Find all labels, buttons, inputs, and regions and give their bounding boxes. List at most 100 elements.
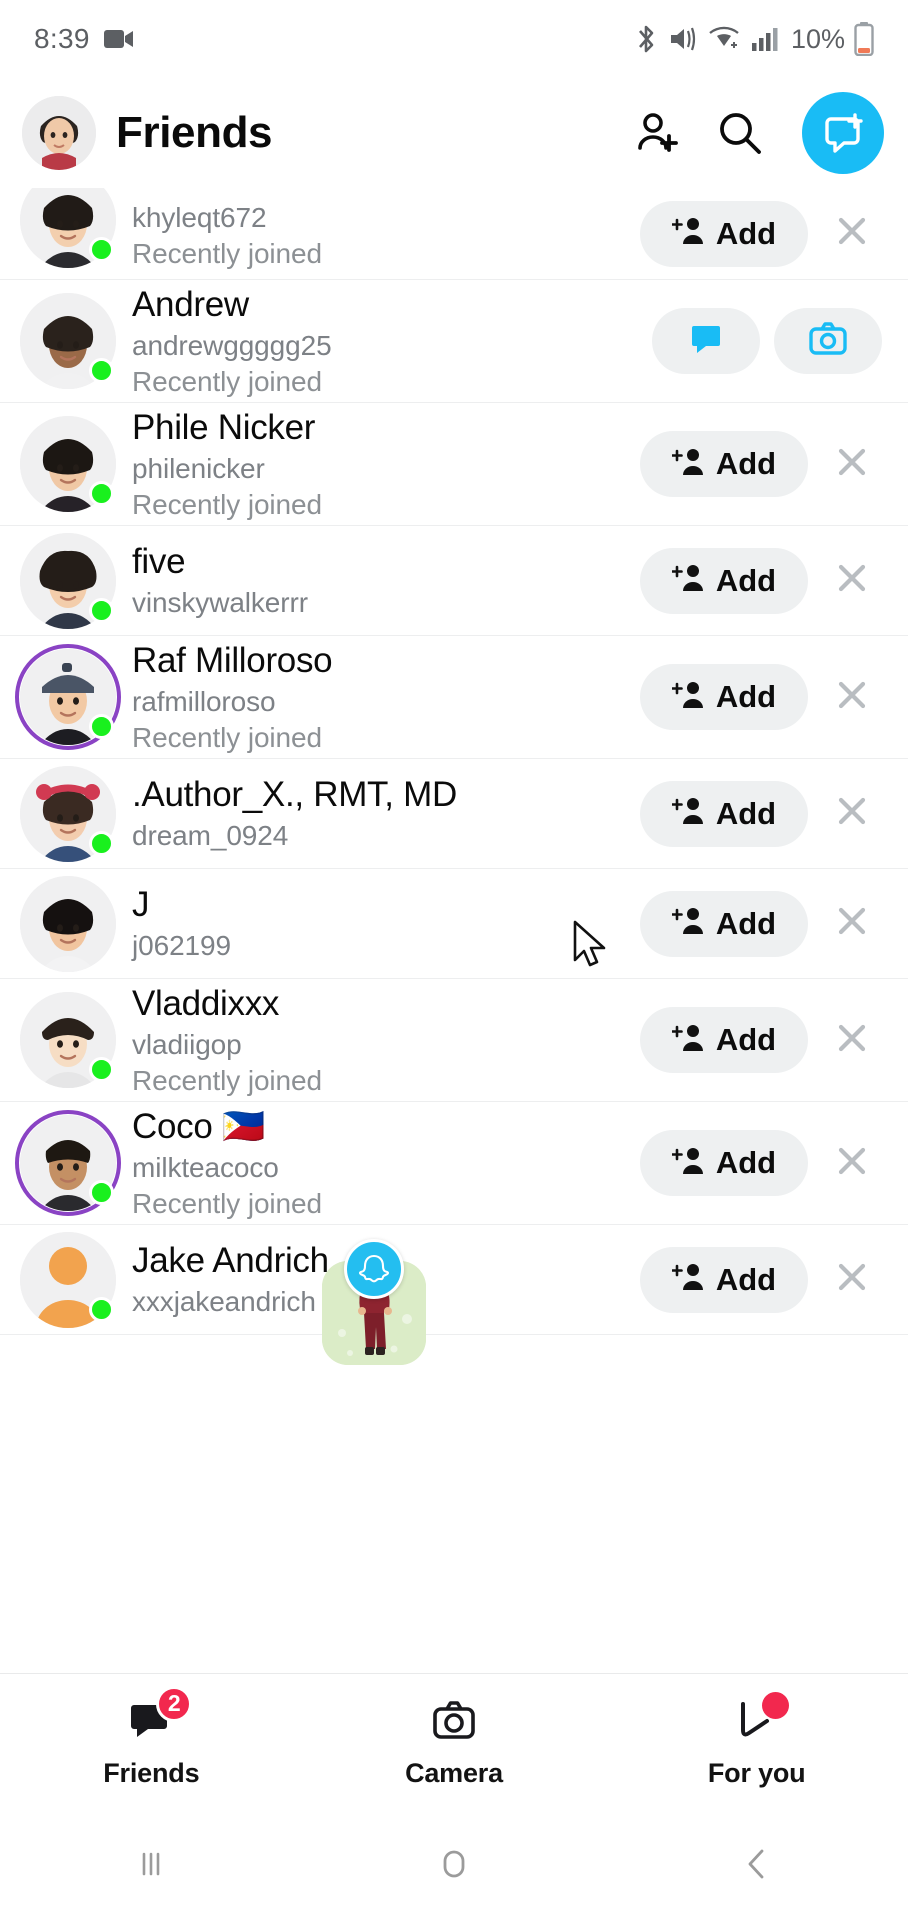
friend-subtitle: Recently joined [132, 1064, 322, 1096]
snapchat-friends-screen: 8:39 10% Friends khyleqt672 Recently joi… [0, 0, 908, 1920]
add-friend-icon[interactable] [628, 105, 684, 161]
recents-button[interactable] [0, 1844, 303, 1884]
wifi-icon [707, 24, 741, 54]
friend-row[interactable]: Jj062199 Add [0, 869, 908, 979]
add-friend-button[interactable]: Add [640, 664, 808, 730]
chat-bubble-icon [687, 320, 725, 363]
friend-username: rafmilloroso [132, 685, 276, 717]
avatar[interactable] [20, 416, 116, 512]
cellular-signal-icon [750, 25, 778, 53]
add-person-icon [671, 678, 706, 717]
home-button[interactable] [303, 1843, 606, 1885]
add-button-label: Add [715, 1022, 777, 1057]
add-person-icon [671, 794, 706, 833]
friend-subtitle: Recently joined [132, 1188, 322, 1219]
add-friend-button[interactable]: Add [640, 431, 808, 497]
dismiss-suggestion-button[interactable] [822, 211, 882, 256]
close-icon [832, 558, 872, 603]
friend-row[interactable]: Jake Andrich xxxjakeandrich Add [0, 1225, 908, 1335]
app-header: Friends [0, 78, 908, 188]
add-button-label: Add [715, 1145, 777, 1180]
send-snap-button[interactable] [774, 308, 882, 374]
friend-username: j062199 [132, 930, 231, 961]
add-person-icon [671, 561, 706, 600]
add-button-label: Add [715, 446, 777, 481]
friend-display-name: J [132, 885, 150, 924]
friend-username: xxxjakeandrich [132, 1286, 316, 1317]
bitmoji-j062199 [20, 875, 116, 972]
friend-info: Vladdixxx vladiigop Recently joined [132, 976, 640, 1105]
add-friend-button[interactable]: Add [640, 1007, 808, 1073]
avatar[interactable] [20, 875, 116, 972]
friend-info: Jake Andrich xxxjakeandrich [132, 1233, 640, 1326]
online-status-dot [89, 1296, 114, 1322]
search-icon[interactable] [712, 105, 768, 161]
friend-display-name: Vladdixxx [132, 983, 280, 1023]
avatar[interactable] [20, 765, 116, 862]
notification-badge: 2 [156, 1685, 193, 1722]
friend-username: philenicker [132, 452, 265, 484]
avatar[interactable] [20, 1231, 116, 1328]
friend-row[interactable]: khyleqt672 Recently joined Add [0, 188, 908, 280]
dismiss-suggestion-button[interactable] [822, 442, 882, 487]
dismiss-suggestion-button[interactable] [822, 1257, 882, 1302]
add-friend-button[interactable]: Add [640, 890, 808, 957]
back-button[interactable] [605, 1843, 908, 1885]
friend-row[interactable]: Vladdixxx vladiigop Recently joined Add [0, 979, 908, 1102]
friend-info: Jj062199 [132, 877, 640, 970]
row-actions: Add [640, 780, 882, 847]
new-chat-icon[interactable] [802, 92, 884, 174]
dismiss-suggestion-button[interactable] [822, 791, 882, 836]
add-person-icon [671, 1144, 706, 1183]
friend-row[interactable]: Raf Milloroso rafmilloroso Recently joined… [0, 636, 908, 759]
nav-tab-for-you[interactable]: For you [605, 1691, 908, 1789]
bottom-navigation: 2 Friends Camera For you [0, 1673, 908, 1808]
close-icon [832, 675, 872, 720]
avatar[interactable] [20, 992, 116, 1088]
friend-row[interactable]: Andrew andrewggggg25 Recently joined [0, 280, 908, 403]
dismiss-suggestion-button[interactable] [822, 558, 882, 603]
avatar[interactable] [20, 293, 116, 389]
add-button-label: Add [715, 679, 777, 714]
add-person-icon [671, 445, 706, 484]
nav-tab-camera[interactable]: Camera [303, 1694, 606, 1789]
nav-tab-label: For you [707, 1757, 806, 1788]
row-actions: Add [640, 431, 882, 497]
dismiss-suggestion-button[interactable] [822, 1018, 882, 1063]
online-status-dot [89, 1180, 114, 1205]
friend-row[interactable]: Phile Nicker philenicker Recently joined A… [0, 403, 908, 526]
camera-icon [808, 320, 848, 363]
friend-row[interactable]: Coco 🇵🇭 milkteacoco Recently joined Add [0, 1102, 908, 1225]
avatar[interactable] [20, 532, 116, 629]
friend-display-name: Raf Milloroso [132, 640, 333, 680]
avatar[interactable] [20, 188, 116, 268]
friend-row[interactable]: five vinskywalkerrr Add [0, 526, 908, 636]
add-friend-button[interactable]: Add [640, 780, 808, 847]
add-friend-button[interactable]: Add [640, 1130, 808, 1196]
send-chat-button[interactable] [652, 308, 760, 374]
friend-display-name: Andrew [132, 284, 249, 324]
friend-info: five vinskywalkerrr [132, 534, 640, 627]
friend-row[interactable]: .Author_X., RMT, MD dream_0924 Add [0, 759, 908, 869]
close-icon [832, 211, 872, 256]
profile-avatar[interactable] [22, 96, 96, 170]
friend-subtitle: Recently joined [132, 488, 322, 520]
dismiss-suggestion-button[interactable] [822, 1141, 882, 1186]
add-person-icon [671, 1021, 706, 1060]
friend-subtitle: Recently joined [132, 238, 322, 269]
dismiss-suggestion-button[interactable] [822, 675, 882, 720]
friend-info: .Author_X., RMT, MD dream_0924 [132, 767, 640, 860]
online-status-dot [89, 1057, 114, 1082]
dismiss-suggestion-button[interactable] [822, 901, 882, 946]
nav-tab-label: Friends [103, 1757, 200, 1788]
play-heart-icon [733, 1691, 789, 1748]
bluetooth-icon [633, 23, 659, 55]
video-recording-icon [103, 28, 134, 50]
nav-tab-friends[interactable]: 2 Friends [0, 1685, 303, 1789]
avatar-with-story-ring[interactable] [15, 644, 121, 750]
avatar-with-story-ring[interactable] [15, 1110, 121, 1216]
add-friend-button[interactable]: Add [640, 1246, 808, 1313]
add-friend-button[interactable]: Add [640, 547, 808, 614]
add-friend-button[interactable]: Add [640, 200, 808, 267]
add-person-icon [671, 214, 706, 253]
